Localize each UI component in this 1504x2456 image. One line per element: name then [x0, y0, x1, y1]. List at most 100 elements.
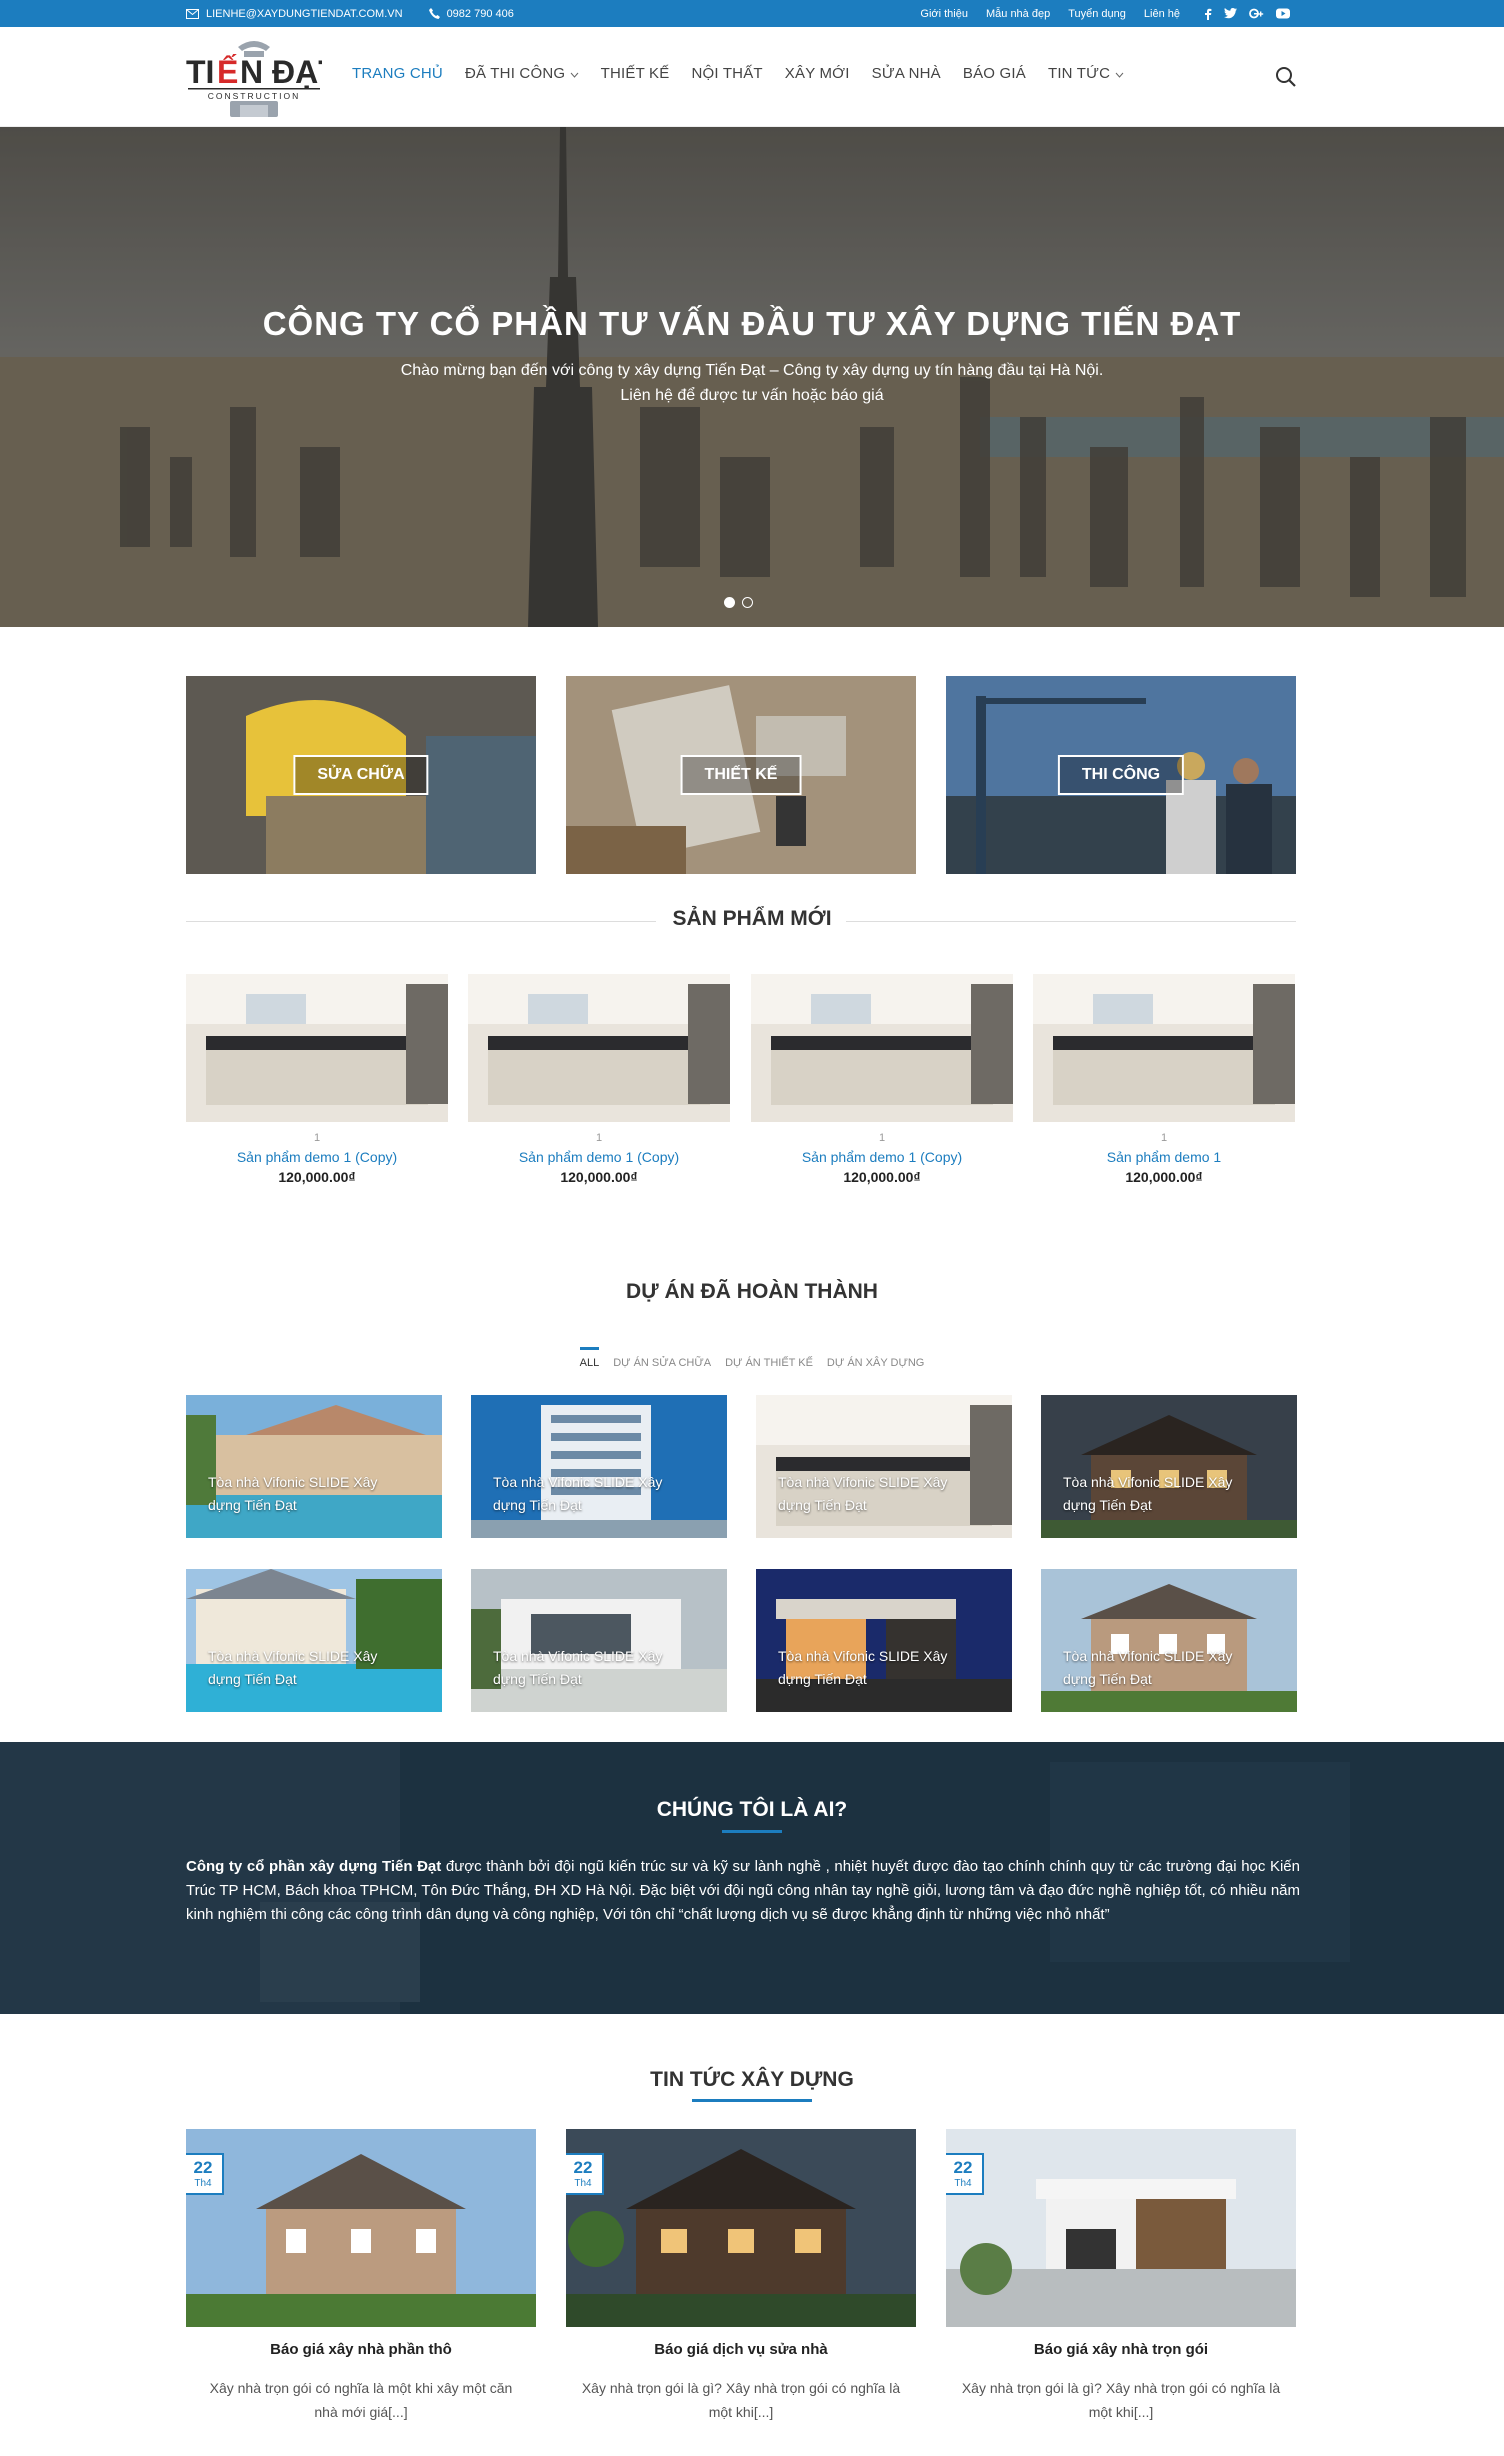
product-card[interactable]: 1 Sản phẩm demo 1 (Copy) 120,000.00₫: [468, 974, 730, 1185]
news-image[interactable]: 22 Th4: [566, 2129, 916, 2327]
product-card[interactable]: 1 Sản phẩm demo 1 120,000.00₫: [1033, 974, 1295, 1185]
news-card[interactable]: 22 Th4 Báo giá xây nhà phần thô Xây nhà t…: [186, 2129, 536, 2424]
phone-text: 0982 790 406: [446, 7, 514, 20]
google-plus-icon[interactable]: [1249, 8, 1264, 19]
hero-subtitle: Chào mừng bạn đến với công ty xây dựng T…: [0, 358, 1504, 408]
project-card[interactable]: Tòa nhà Vifonic SLIDE Xây dựng Tiến Đạt: [1041, 1569, 1297, 1712]
product-name[interactable]: Sản phẩm demo 1 (Copy): [468, 1149, 730, 1165]
product-price: 120,000.00₫: [278, 1169, 356, 1185]
hero-title: CÔNG TY CỔ PHẦN TƯ VẤN ĐẦU TƯ XÂY DỰNG T…: [262, 305, 1242, 342]
product-image[interactable]: [751, 974, 1013, 1122]
nav-quote[interactable]: BÁO GIÁ: [963, 65, 1026, 82]
news-month: Th4: [194, 2178, 212, 2189]
site-logo[interactable]: TI Ế N ĐẠT CONSTRUCTION: [186, 37, 338, 119]
hero-line-2: Liên hệ để được tư vấn hoặc báo giá: [620, 387, 884, 404]
about-title: CHÚNG TÔI LÀ AI?: [656, 1798, 848, 1821]
nav-repair[interactable]: SỬA NHÀ: [872, 65, 941, 82]
project-caption: Tòa nhà Vifonic SLIDE Xây dựng Tiến Đạt: [778, 1648, 948, 1687]
top-bar: LIENHE@XAYDUNGTIENDAT.COM.VN 0982 790 40…: [0, 0, 1504, 27]
product-price: 120,000.00₫: [560, 1169, 638, 1185]
project-card[interactable]: Tòa nhà Vifonic SLIDE Xây dựng Tiến Đạt: [471, 1569, 727, 1712]
product-name[interactable]: Sản phẩm demo 1: [1033, 1149, 1295, 1165]
nav-design[interactable]: THIẾT KẾ: [601, 65, 670, 82]
main-nav: TRANG CHỦ ĐÃ THI CÔNG THIẾT KẾ NỘI THẤT …: [352, 65, 1124, 82]
email-contact[interactable]: LIENHE@XAYDUNGTIENDAT.COM.VN: [186, 8, 403, 20]
phone-contact[interactable]: 0982 790 406: [428, 7, 514, 20]
filter-all[interactable]: ALL: [579, 1347, 600, 1369]
project-card[interactable]: Tòa nhà Vifonic SLIDE Xây dựng Tiến Đạt: [471, 1395, 727, 1538]
service-card-construction[interactable]: THI CÔNG: [946, 676, 1296, 874]
project-card[interactable]: Tòa nhà Vifonic SLIDE Xây dựng Tiến Đạt: [1041, 1395, 1297, 1538]
product-name[interactable]: Sản phẩm demo 1 (Copy): [186, 1149, 448, 1165]
product-image[interactable]: [186, 974, 448, 1122]
about-company: Công ty cổ phần xây dựng Tiến Đạt: [186, 1858, 442, 1875]
nav-interior[interactable]: NỘI THẤT: [691, 65, 762, 82]
product-category: 1: [595, 1132, 603, 1144]
news-headline[interactable]: Báo giá dịch vụ sửa nhà: [566, 2341, 916, 2358]
project-card[interactable]: Tòa nhà Vifonic SLIDE Xây dựng Tiến Đạt: [756, 1395, 1012, 1538]
product-image[interactable]: [468, 974, 730, 1122]
news-image[interactable]: 22 Th4: [946, 2129, 1296, 2327]
news-headline[interactable]: Báo giá xây nhà trọn gói: [946, 2341, 1296, 2358]
slider-dot-2[interactable]: [742, 597, 753, 608]
service-card-repair[interactable]: SỬA CHỮA: [186, 676, 536, 874]
slider-dot-1[interactable]: [724, 597, 735, 608]
news-card[interactable]: 22 Th4 Báo giá dịch vụ sửa nhà Xây nhà tr…: [566, 2129, 916, 2424]
slider-dots: [724, 597, 753, 608]
news-card[interactable]: 22 Th4 Báo giá xây nhà trọn gói Xây nhà t…: [946, 2129, 1296, 2424]
news-date: 22 Th4: [186, 2153, 224, 2195]
project-filters: ALL DỰ ÁN SỬA CHỮA DỰ ÁN THIẾT KẾ DỰ ÁN …: [0, 1347, 1504, 1369]
about-title-underline: [722, 1830, 782, 1833]
service-label-repair: SỬA CHỮA: [293, 755, 429, 795]
twitter-icon[interactable]: [1224, 7, 1237, 19]
search-icon[interactable]: [1274, 65, 1298, 89]
news-excerpt: Xây nhà trọn gói là gì? Xây nhà trọn gói…: [581, 2380, 901, 2420]
news-headline[interactable]: Báo giá xây nhà phần thô: [186, 2341, 536, 2358]
news-excerpt: Xây nhà trọn gói là gì? Xây nhà trọn gói…: [961, 2380, 1281, 2420]
products-title: SẢN PHẨM MỚI: [672, 907, 832, 930]
news-title-underline: [692, 2099, 812, 2102]
topbar-link-contact[interactable]: Liên hệ: [1144, 8, 1180, 20]
envelope-icon: [186, 8, 199, 19]
nav-home[interactable]: TRANG CHỦ: [352, 65, 443, 82]
hero-line-1: Chào mừng bạn đến với công ty xây dựng T…: [400, 362, 1104, 379]
news-image[interactable]: 22 Th4: [186, 2129, 536, 2327]
nav-completed-label: ĐÃ THI CÔNG: [464, 65, 566, 82]
projects-title: DỰ ÁN ĐÃ HOÀN THÀNH: [626, 1280, 878, 1303]
product-price: 120,000.00₫: [843, 1169, 921, 1185]
project-caption: Tòa nhà Vifonic SLIDE Xây dựng Tiến Đạt: [208, 1648, 378, 1687]
service-card-design[interactable]: THIẾT KẾ: [566, 676, 916, 874]
topbar-link-designs[interactable]: Mẫu nhà đẹp: [986, 8, 1050, 20]
nav-news[interactable]: TIN TỨC: [1048, 65, 1124, 82]
svg-text:Ế: Ế: [217, 54, 238, 90]
product-category: 1: [313, 1132, 321, 1144]
news-title: TIN TỨC XÂY DỰNG: [650, 2068, 854, 2091]
nav-new-build[interactable]: XÂY MỚI: [785, 65, 850, 82]
topbar-link-about[interactable]: Giới thiệu: [920, 8, 968, 20]
product-card[interactable]: 1 Sản phẩm demo 1 (Copy) 120,000.00₫: [751, 974, 1013, 1185]
nav-completed[interactable]: ĐÃ THI CÔNG: [465, 65, 579, 82]
chevron-down-icon: [570, 72, 578, 78]
product-card[interactable]: 1 Sản phẩm demo 1 (Copy) 120,000.00₫: [186, 974, 448, 1185]
svg-text:TI: TI: [186, 54, 214, 90]
svg-text:CONSTRUCTION: CONSTRUCTION: [208, 91, 300, 101]
topbar-link-careers[interactable]: Tuyển dụng: [1068, 8, 1126, 20]
news-day: 22: [573, 2158, 593, 2177]
product-image[interactable]: [1033, 974, 1295, 1122]
svg-text:N ĐẠT: N ĐẠT: [240, 54, 322, 90]
filter-build[interactable]: DỰ ÁN XÂY DỰNG: [827, 1347, 924, 1369]
product-price: 120,000.00₫: [1125, 1169, 1203, 1185]
project-card[interactable]: Tòa nhà Vifonic SLIDE Xây dựng Tiến Đạt: [186, 1569, 442, 1712]
product-category: 1: [878, 1132, 886, 1144]
project-card[interactable]: Tòa nhà Vifonic SLIDE Xây dựng Tiến Đạt: [756, 1569, 1012, 1712]
product-category: 1: [1160, 1132, 1168, 1144]
about-text: Công ty cổ phần xây dựng Tiến Đạt được t…: [186, 1855, 1300, 1927]
hero-slider[interactable]: CÔNG TY CỔ PHẦN TƯ VẤN ĐẦU TƯ XÂY DỰNG T…: [0, 127, 1504, 627]
filter-design[interactable]: DỰ ÁN THIẾT KẾ: [725, 1347, 813, 1369]
project-caption: Tòa nhà Vifonic SLIDE Xây dựng Tiến Đạt: [493, 1474, 663, 1513]
facebook-icon[interactable]: [1204, 8, 1212, 20]
project-card[interactable]: Tòa nhà Vifonic SLIDE Xây dựng Tiến Đạt: [186, 1395, 442, 1538]
youtube-icon[interactable]: [1276, 8, 1290, 19]
filter-repair[interactable]: DỰ ÁN SỬA CHỮA: [613, 1347, 711, 1369]
product-name[interactable]: Sản phẩm demo 1 (Copy): [751, 1149, 1013, 1165]
